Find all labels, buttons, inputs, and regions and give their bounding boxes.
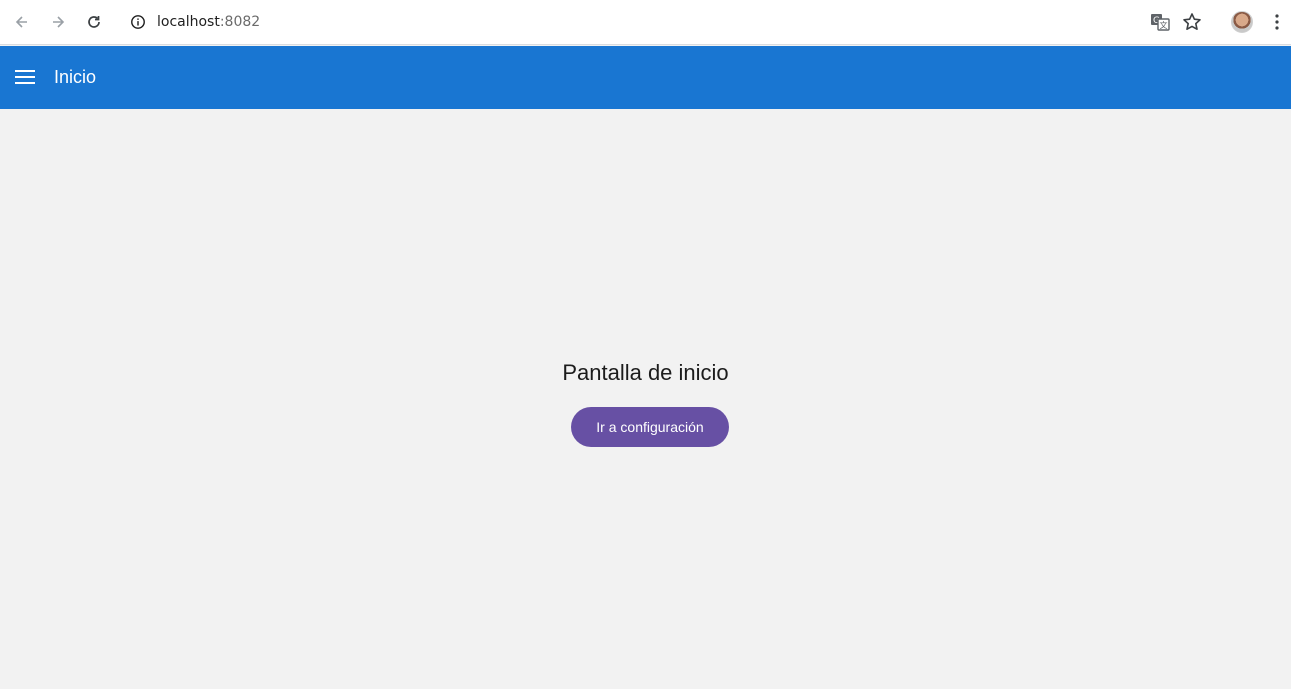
forward-icon[interactable] bbox=[44, 8, 72, 36]
app-bar-title: Inicio bbox=[54, 67, 97, 87]
url-text[interactable]: localhost:8082 bbox=[157, 13, 260, 31]
page-title: Pantalla de inicio bbox=[562, 360, 729, 385]
url-host: localhost bbox=[157, 14, 220, 30]
translate-icon[interactable]: G文 bbox=[1149, 11, 1171, 33]
url-port: :8082 bbox=[219, 14, 261, 30]
site-info-icon[interactable] bbox=[129, 13, 147, 31]
back-icon[interactable] bbox=[8, 8, 36, 36]
reload-icon[interactable] bbox=[80, 8, 108, 36]
svg-text:文: 文 bbox=[1160, 20, 1168, 30]
bookmark-star-icon[interactable] bbox=[1181, 11, 1203, 33]
go-to-settings-button[interactable]: Ir a configuración bbox=[571, 407, 729, 447]
browser-toolbar: localhost:8082 G文 bbox=[0, 0, 1291, 45]
browser-menu-icon[interactable] bbox=[1266, 11, 1288, 33]
app-bar: Inicio bbox=[0, 46, 1291, 109]
main-content: Pantalla de inicio Ir a configuración bbox=[0, 109, 1291, 689]
address-bar[interactable]: localhost:8082 bbox=[121, 5, 1216, 39]
profile-avatar[interactable] bbox=[1231, 11, 1253, 33]
hamburger-menu-icon[interactable] bbox=[13, 65, 37, 89]
